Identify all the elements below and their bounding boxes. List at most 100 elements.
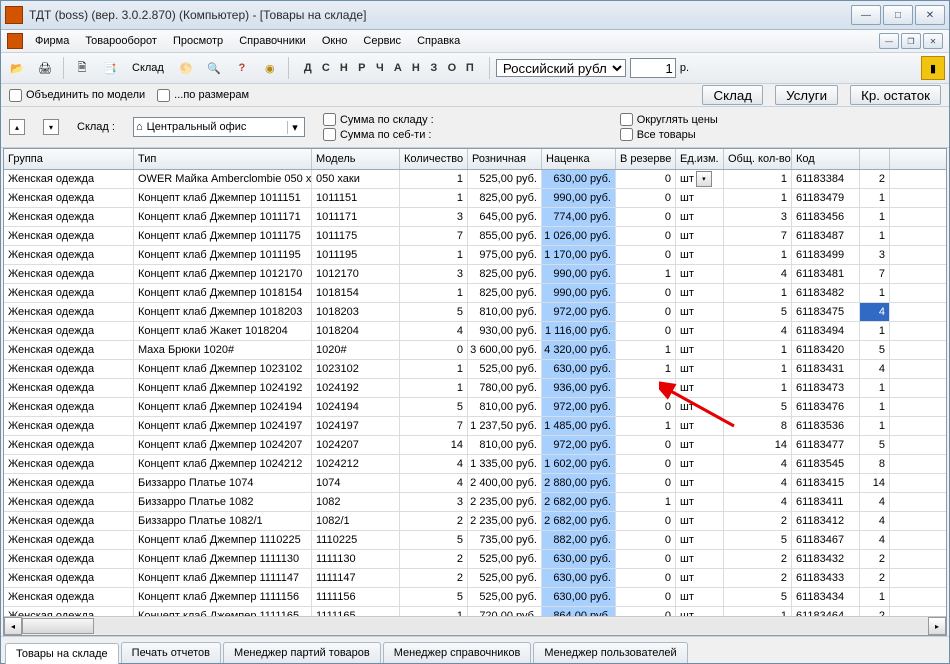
table-cell[interactable]: 780,00 руб. [468, 379, 542, 397]
column-header[interactable]: Наценка [542, 149, 616, 169]
table-cell[interactable]: 735,00 руб. [468, 531, 542, 549]
all-goods-checkbox[interactable]: Все товары [620, 128, 718, 141]
table-row[interactable]: Женская одеждаOWER Майка Amberclombie 05… [4, 170, 946, 189]
table-cell[interactable]: 61183494 [792, 322, 860, 340]
table-cell[interactable]: 4 [724, 493, 792, 511]
table-cell[interactable]: 61183431 [792, 360, 860, 378]
table-cell[interactable]: шт [676, 550, 724, 568]
refresh-icon[interactable]: 🌕 [174, 56, 198, 80]
table-row[interactable]: Женская одеждаКонцепт клаб Жакет 1018204… [4, 322, 946, 341]
column-header[interactable]: Количество [400, 149, 468, 169]
scroll-left-icon[interactable]: ◂ [4, 617, 22, 635]
table-cell[interactable]: 630,00 руб. [542, 360, 616, 378]
table-row[interactable]: Женская одеждаКонцепт клаб Джемпер 10242… [4, 436, 946, 455]
table-cell[interactable]: 1 [724, 189, 792, 207]
table-cell[interactable]: шт [676, 455, 724, 473]
table-cell[interactable]: Женская одежда [4, 550, 134, 568]
table-cell[interactable]: 61183499 [792, 246, 860, 264]
table-cell[interactable]: 1 602,00 руб. [542, 455, 616, 473]
table-cell[interactable]: шт [676, 265, 724, 283]
table-row[interactable]: Женская одеждаКонцепт клаб Джемпер 11111… [4, 588, 946, 607]
table-cell[interactable]: Концепт клаб Джемпер 1011151 [134, 189, 312, 207]
table-cell[interactable]: 810,00 руб. [468, 398, 542, 416]
table-cell[interactable]: 4 [400, 474, 468, 492]
amount-input[interactable] [630, 58, 676, 78]
table-cell[interactable]: 1012170 [312, 265, 400, 283]
table-cell[interactable]: 1 [860, 284, 890, 302]
table-cell[interactable]: 0 [616, 512, 676, 530]
table-cell[interactable]: 0 [616, 246, 676, 264]
table-cell[interactable]: Концепт клаб Джемпер 1012170 [134, 265, 312, 283]
table-cell[interactable]: шт [676, 284, 724, 302]
new-doc-icon[interactable]: 🗎 [70, 56, 94, 80]
table-cell[interactable]: 2 682,00 руб. [542, 493, 616, 511]
menu-фирма[interactable]: Фирма [27, 33, 77, 49]
table-cell[interactable]: 1 [860, 588, 890, 606]
table-cell[interactable]: шт [676, 360, 724, 378]
table-cell[interactable]: 0 [616, 455, 676, 473]
sum-sklad-checkbox[interactable]: Сумма по складу : [323, 113, 434, 126]
table-row[interactable]: Женская одеждаКонцепт клаб Джемпер 10182… [4, 303, 946, 322]
table-cell[interactable]: 8 [724, 417, 792, 435]
table-cell[interactable]: Женская одежда [4, 284, 134, 302]
table-cell[interactable]: 14 [860, 474, 890, 492]
table-cell[interactable]: 0 [616, 550, 676, 568]
table-cell[interactable]: 1 [400, 189, 468, 207]
table-cell[interactable]: 4 [860, 531, 890, 549]
table-cell[interactable]: 61183420 [792, 341, 860, 359]
table-cell[interactable]: 0 [616, 303, 676, 321]
table-cell[interactable]: 0 [616, 398, 676, 416]
table-cell[interactable]: 2 [860, 607, 890, 616]
table-cell[interactable]: 4 [860, 360, 890, 378]
letter-filter[interactable]: Н [409, 62, 423, 74]
table-cell[interactable]: Женская одежда [4, 474, 134, 492]
table-cell[interactable]: 1020# [312, 341, 400, 359]
table-cell[interactable]: 825,00 руб. [468, 265, 542, 283]
table-cell[interactable]: 5 [860, 341, 890, 359]
table-cell[interactable]: 1018204 [312, 322, 400, 340]
column-header[interactable]: Код [792, 149, 860, 169]
table-cell[interactable]: 1 170,00 руб. [542, 246, 616, 264]
table-cell[interactable]: 1074 [312, 474, 400, 492]
table-cell[interactable]: 61183415 [792, 474, 860, 492]
table-cell[interactable]: 7 [400, 227, 468, 245]
table-cell[interactable]: 5 [724, 303, 792, 321]
table-cell[interactable]: 810,00 руб. [468, 436, 542, 454]
table-cell[interactable]: 5 [400, 303, 468, 321]
table-cell[interactable]: 1 [860, 417, 890, 435]
table-cell[interactable]: 7 [724, 227, 792, 245]
table-cell[interactable]: 1 [724, 360, 792, 378]
table-cell[interactable]: 990,00 руб. [542, 189, 616, 207]
table-cell[interactable]: 61183476 [792, 398, 860, 416]
table-cell[interactable]: 2 [724, 512, 792, 530]
table-cell[interactable]: 4 [724, 322, 792, 340]
table-cell[interactable]: 525,00 руб. [468, 360, 542, 378]
by-size-checkbox[interactable]: ...по размерам [157, 89, 249, 102]
table-cell[interactable]: 774,00 руб. [542, 208, 616, 226]
letter-filter[interactable]: Ч [373, 62, 387, 74]
grid-body[interactable]: Женская одеждаOWER Майка Amberclombie 05… [4, 170, 946, 616]
table-cell[interactable]: 972,00 руб. [542, 303, 616, 321]
combine-by-model-checkbox[interactable]: Объединить по модели [9, 89, 145, 102]
table-cell[interactable]: Женская одежда [4, 265, 134, 283]
table-cell[interactable]: Концепт клаб Жакет 1018204 [134, 322, 312, 340]
table-row[interactable]: Женская одеждаКонцепт клаб Джемпер 10231… [4, 360, 946, 379]
table-cell[interactable]: 1110225 [312, 531, 400, 549]
table-cell[interactable]: 2 235,00 руб. [468, 493, 542, 511]
table-row[interactable]: Женская одеждаКонцепт клаб Джемпер 10241… [4, 379, 946, 398]
table-cell[interactable]: Концепт клаб Джемпер 1023102 [134, 360, 312, 378]
table-cell[interactable]: 645,00 руб. [468, 208, 542, 226]
table-cell[interactable]: 61183432 [792, 550, 860, 568]
column-header[interactable]: Розничная [468, 149, 542, 169]
table-cell[interactable]: шт [676, 303, 724, 321]
table-cell[interactable]: 5 [400, 588, 468, 606]
table-cell[interactable]: 630,00 руб. [542, 550, 616, 568]
table-cell[interactable]: 1 [616, 493, 676, 511]
table-cell[interactable]: 4 [860, 512, 890, 530]
table-cell[interactable]: 61183479 [792, 189, 860, 207]
table-cell[interactable]: шт [676, 341, 724, 359]
table-cell[interactable]: Концепт клаб Джемпер 1024207 [134, 436, 312, 454]
scroll-track[interactable] [22, 618, 928, 634]
letter-filter[interactable]: Н [337, 62, 351, 74]
table-cell[interactable]: Женская одежда [4, 208, 134, 226]
